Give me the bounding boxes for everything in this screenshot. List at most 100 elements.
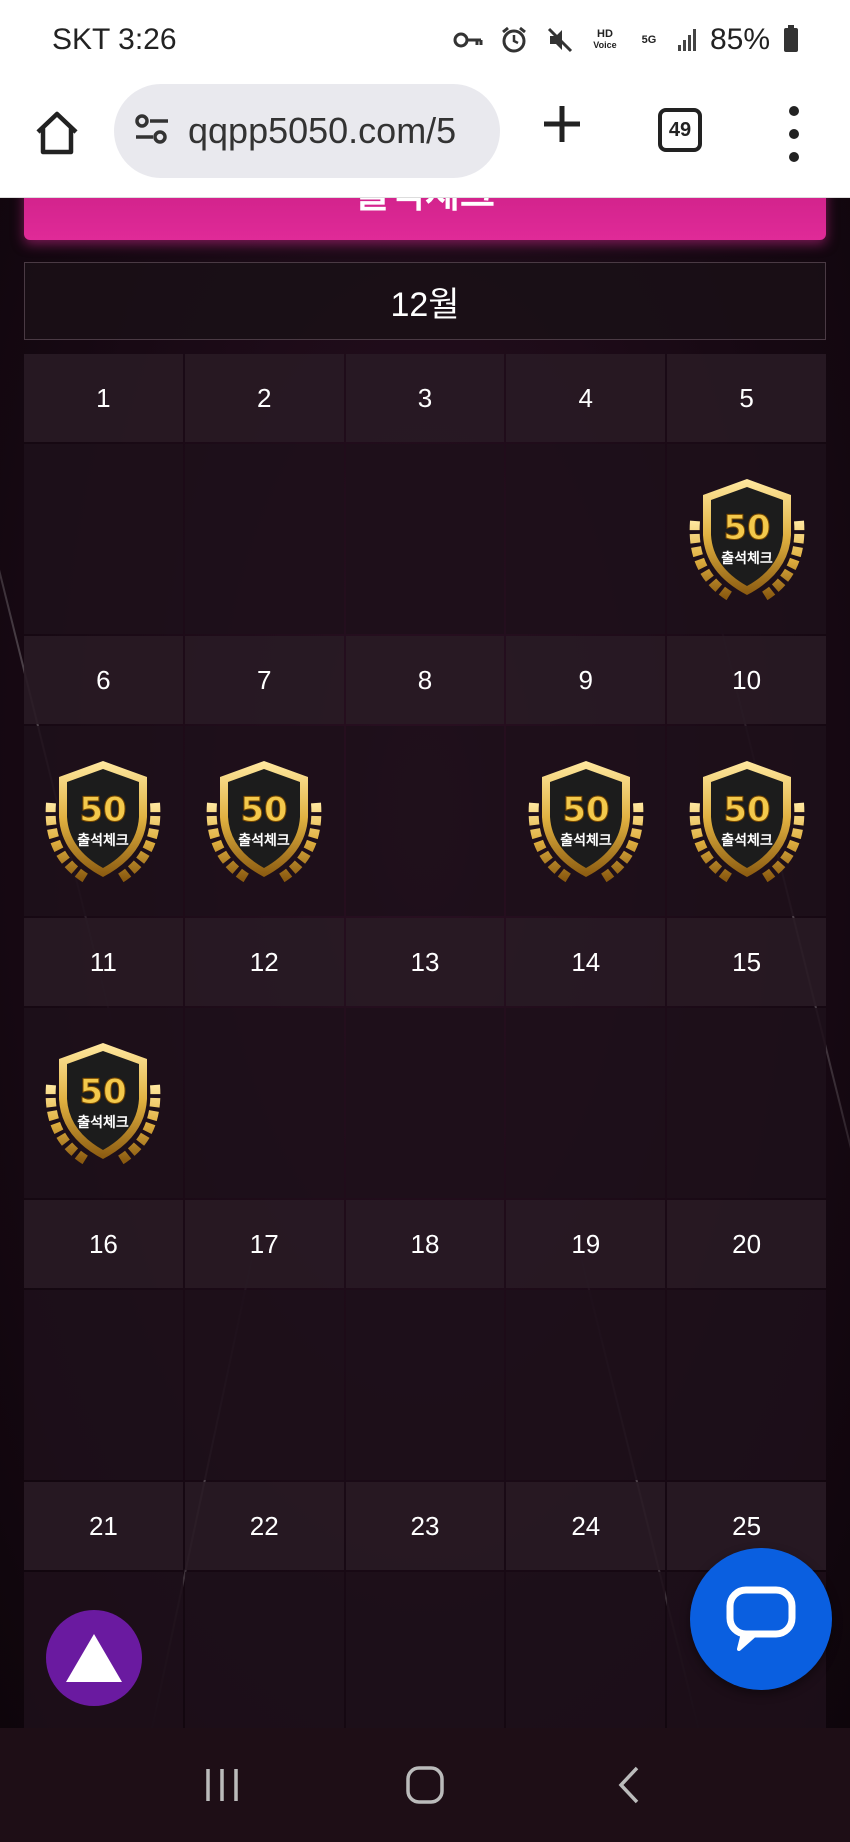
scroll-top-button[interactable] [46, 1610, 142, 1706]
chat-button[interactable] [690, 1548, 832, 1690]
carrier-time: SKT 3:26 [52, 23, 177, 56]
day-number: 23 [345, 1482, 505, 1570]
system-nav-bar [0, 1728, 850, 1842]
day-number: 15 [667, 918, 826, 1006]
month-title: 12월 [24, 262, 826, 340]
tune-icon[interactable] [132, 111, 172, 152]
day-number: 10 [667, 636, 826, 724]
home-nav-button[interactable] [395, 1755, 455, 1815]
calendar-day: 22 [184, 1482, 344, 1728]
attendance-stamp-icon: 50 출석체크 [46, 1043, 161, 1166]
mute-icon [544, 24, 576, 56]
attendance-stamp-icon: 50 출석체크 [689, 761, 804, 884]
calendar-day: 4 [506, 354, 666, 634]
signal-icon [677, 29, 696, 51]
day-stamp-area [184, 444, 344, 634]
day-number: 1 [24, 354, 183, 442]
calendar-day: 7 50 출석체크 [184, 636, 344, 916]
tab-switcher-button[interactable]: 49 [658, 108, 702, 152]
day-number: 8 [345, 636, 505, 724]
day-number: 20 [667, 1200, 826, 1288]
calendar-day: 23 [345, 1482, 505, 1728]
day-stamp-area [506, 444, 666, 634]
svg-text:50: 50 [723, 790, 770, 830]
triangle-up-icon [66, 1634, 122, 1682]
calendar-day: 18 [345, 1200, 505, 1480]
recent-apps-button[interactable] [192, 1755, 252, 1815]
calendar-grid: 12345 50 출석체크 6 50 출석체크 7 50 출석체크 89 50 … [24, 354, 826, 1728]
day-number: 9 [506, 636, 666, 724]
calendar-day: 1 [24, 354, 183, 634]
calendar-day: 5 50 출석체크 [667, 354, 826, 634]
day-number: 19 [506, 1200, 666, 1288]
svg-text:50: 50 [562, 790, 609, 830]
plus-icon [544, 106, 580, 142]
day-number: 3 [345, 354, 505, 442]
day-number: 18 [345, 1200, 505, 1288]
day-number: 14 [506, 918, 666, 1006]
status-icons: HD Voice 5G 85% [452, 23, 798, 57]
attendance-stamp-icon: 50 출석체크 [46, 761, 161, 884]
calendar-day: 11 50 출석체크 [24, 918, 183, 1198]
svg-text:50: 50 [241, 790, 288, 830]
hd-voice-badge: HD Voice [593, 28, 617, 51]
svg-text:출석체크: 출석체크 [721, 550, 773, 567]
status-bar: SKT 3:26 HD Voice 5G 85% [0, 0, 850, 80]
back-icon [618, 1766, 639, 1804]
day-stamp-area: 50 출석체크 [24, 726, 183, 916]
attendance-header: 출석체크 [24, 198, 826, 240]
more-vert-icon[interactable] [780, 106, 808, 162]
day-number: 13 [345, 918, 505, 1006]
key-icon [452, 24, 484, 56]
svg-text:출석체크: 출석체크 [78, 1114, 130, 1131]
day-stamp-area [184, 1290, 344, 1480]
battery-icon [784, 25, 798, 52]
day-stamp-area [667, 1008, 826, 1198]
home-icon [36, 111, 78, 155]
back-button[interactable] [598, 1755, 658, 1815]
calendar-day: 13 [345, 918, 505, 1198]
calendar-day: 6 50 출석체크 [24, 636, 183, 916]
day-number: 24 [506, 1482, 666, 1570]
home-circle-icon [406, 1766, 444, 1804]
day-number: 21 [24, 1482, 183, 1570]
browser-toolbar: qqpp5050.com/5 49 [0, 80, 850, 198]
day-number: 22 [184, 1482, 344, 1570]
calendar-day: 14 [506, 918, 666, 1198]
svg-text:출석체크: 출석체크 [721, 832, 773, 849]
day-stamp-area [506, 1290, 666, 1480]
day-number: 2 [184, 354, 344, 442]
new-tab-button[interactable] [536, 98, 588, 150]
day-stamp-area [506, 1572, 666, 1728]
svg-text:50: 50 [723, 508, 770, 548]
day-stamp-area [24, 444, 183, 634]
alarm-icon [498, 24, 530, 56]
day-stamp-area [345, 444, 505, 634]
home-button[interactable] [30, 106, 84, 160]
day-stamp-area [345, 1008, 505, 1198]
svg-text:50: 50 [80, 790, 127, 830]
calendar-day: 24 [506, 1482, 666, 1728]
calendar-day: 8 [345, 636, 505, 916]
recents-icon [205, 1769, 238, 1801]
day-stamp-area [506, 1008, 666, 1198]
day-stamp-area [345, 726, 505, 916]
attendance-stamp-icon: 50 출석체크 [206, 761, 322, 884]
attendance-stamp-icon: 50 출석체크 [528, 761, 644, 884]
network-badge: 5G [641, 33, 657, 46]
calendar-day: 10 50 출석체크 [667, 636, 826, 916]
svg-text:출석체크: 출석체크 [238, 832, 290, 849]
address-bar[interactable]: qqpp5050.com/5 [114, 84, 500, 178]
attendance-stamp-icon: 50 출석체크 [689, 479, 804, 602]
day-stamp-area: 50 출석체크 [667, 444, 826, 634]
calendar-day: 20 [667, 1200, 826, 1480]
svg-text:50: 50 [80, 1072, 127, 1112]
day-stamp-area [345, 1572, 505, 1728]
day-number: 5 [667, 354, 826, 442]
calendar-day: 19 [506, 1200, 666, 1480]
day-number: 11 [24, 918, 183, 1006]
day-stamp-area: 50 출석체크 [184, 726, 344, 916]
chat-bubble-icon [726, 1586, 796, 1651]
day-number: 6 [24, 636, 183, 724]
day-stamp-area: 50 출석체크 [24, 1008, 183, 1198]
